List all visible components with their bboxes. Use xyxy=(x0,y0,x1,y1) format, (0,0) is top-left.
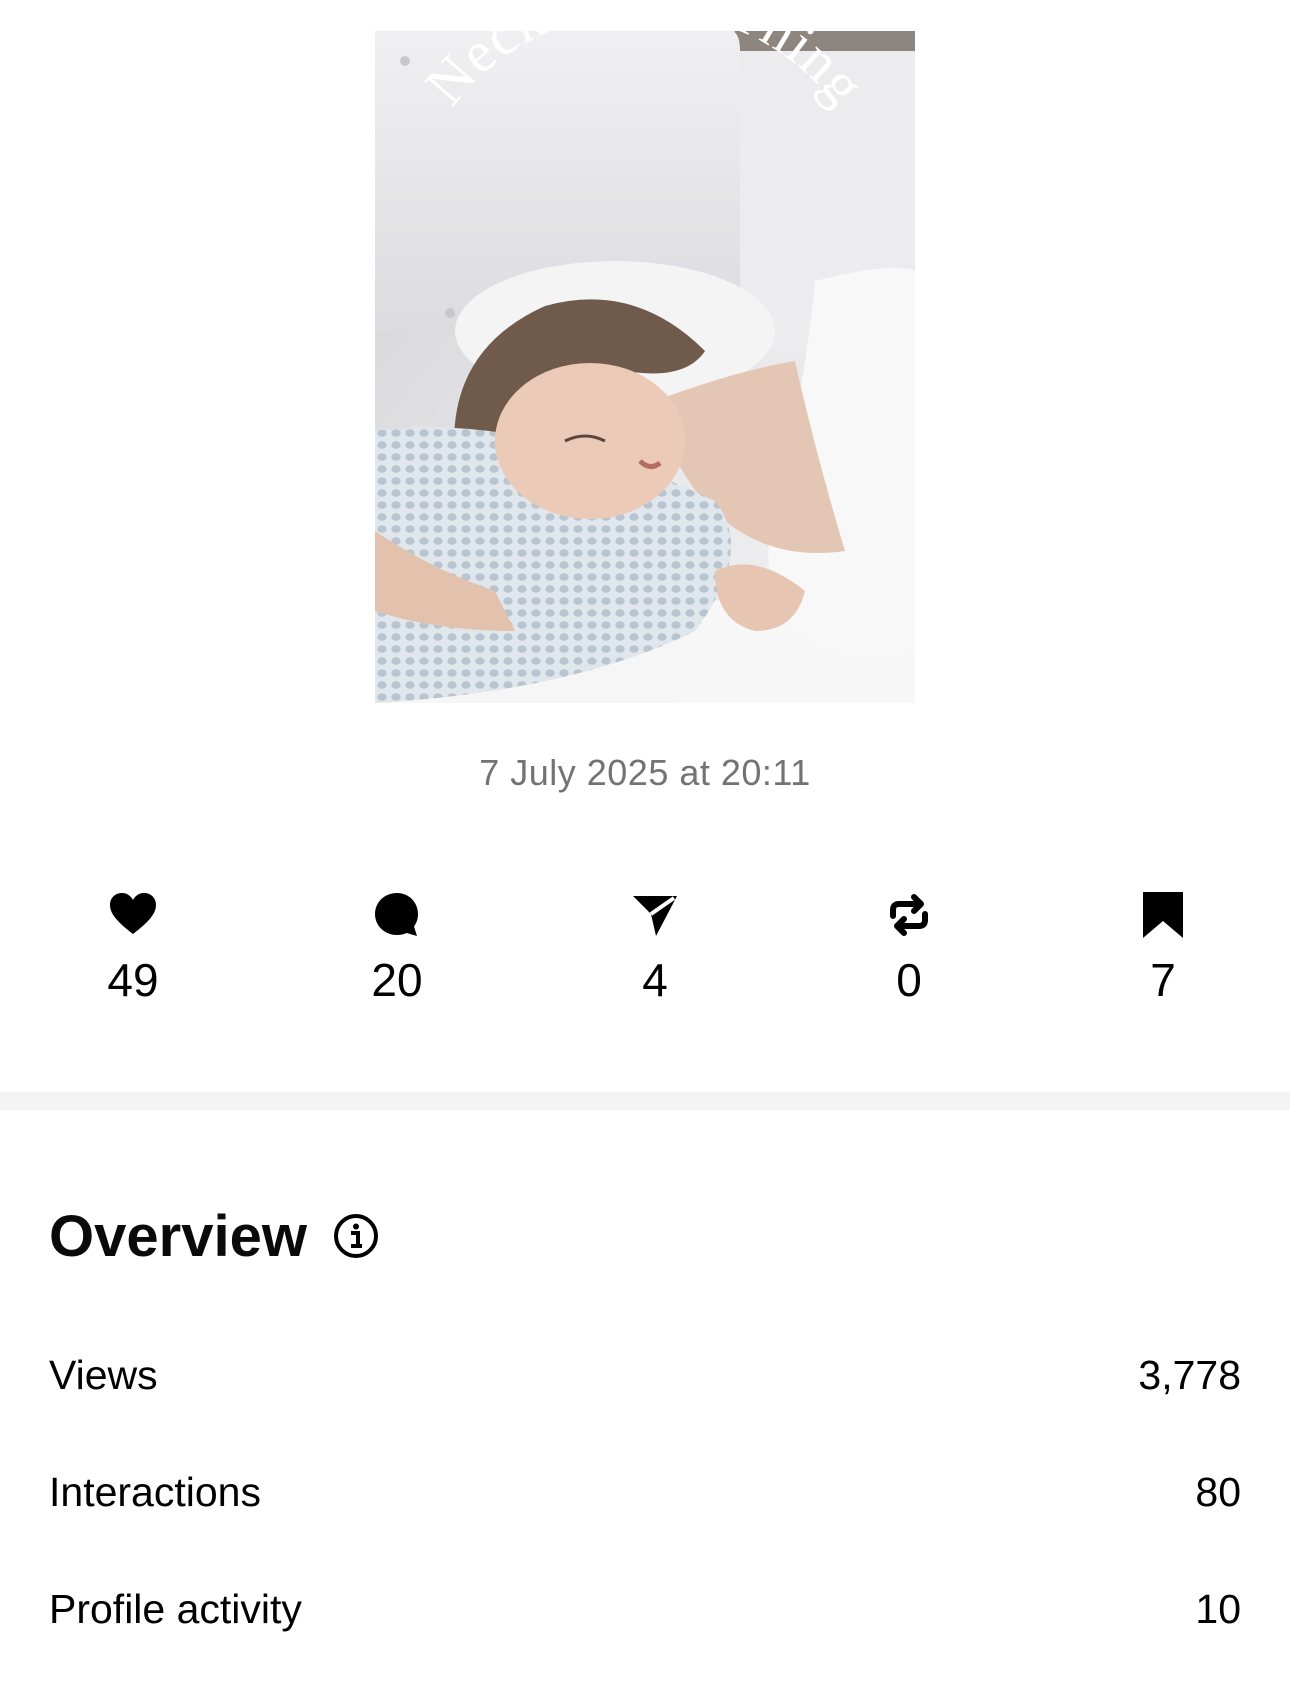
likes-count: 49 xyxy=(107,954,159,1006)
stat-value-interactions: 80 xyxy=(1195,1468,1241,1515)
stat-value-profile-activity: 10 xyxy=(1195,1585,1241,1632)
saves-count: 7 xyxy=(1150,954,1176,1006)
saves-metric[interactable]: 7 xyxy=(1073,890,1253,1006)
overview-header: Overview xyxy=(49,1200,379,1272)
post-image-graphic: Neck’s Best Thing xyxy=(375,31,915,703)
stat-label-views: Views xyxy=(49,1351,158,1398)
section-divider xyxy=(0,1092,1290,1110)
stat-label-interactions: Interactions xyxy=(49,1468,261,1515)
stat-label-profile-activity: Profile activity xyxy=(49,1585,302,1632)
stat-row-interactions: Interactions 80 xyxy=(49,1462,1241,1522)
reposts-metric[interactable]: 0 xyxy=(819,890,999,1006)
comments-count: 20 xyxy=(371,954,423,1006)
heart-icon xyxy=(108,890,158,940)
bookmark-icon xyxy=(1138,890,1188,940)
repost-icon xyxy=(884,890,934,940)
overview-title: Overview xyxy=(49,1203,307,1269)
info-icon[interactable] xyxy=(333,1213,379,1259)
post-image[interactable]: Neck’s Best Thing xyxy=(375,31,915,703)
shares-count: 4 xyxy=(642,954,668,1006)
paper-plane-icon xyxy=(630,890,680,940)
shares-metric[interactable]: 4 xyxy=(565,890,745,1006)
post-date: 7 July 2025 at 20:11 xyxy=(479,752,811,793)
comments-metric[interactable]: 20 xyxy=(307,890,487,1006)
stat-row-views: Views 3,778 xyxy=(49,1345,1241,1405)
likes-metric[interactable]: 49 xyxy=(43,890,223,1006)
stat-row-profile-activity: Profile activity 10 xyxy=(49,1579,1241,1639)
stat-value-views: 3,778 xyxy=(1138,1351,1241,1398)
comment-bubble-icon xyxy=(372,890,422,940)
reposts-count: 0 xyxy=(896,954,922,1006)
